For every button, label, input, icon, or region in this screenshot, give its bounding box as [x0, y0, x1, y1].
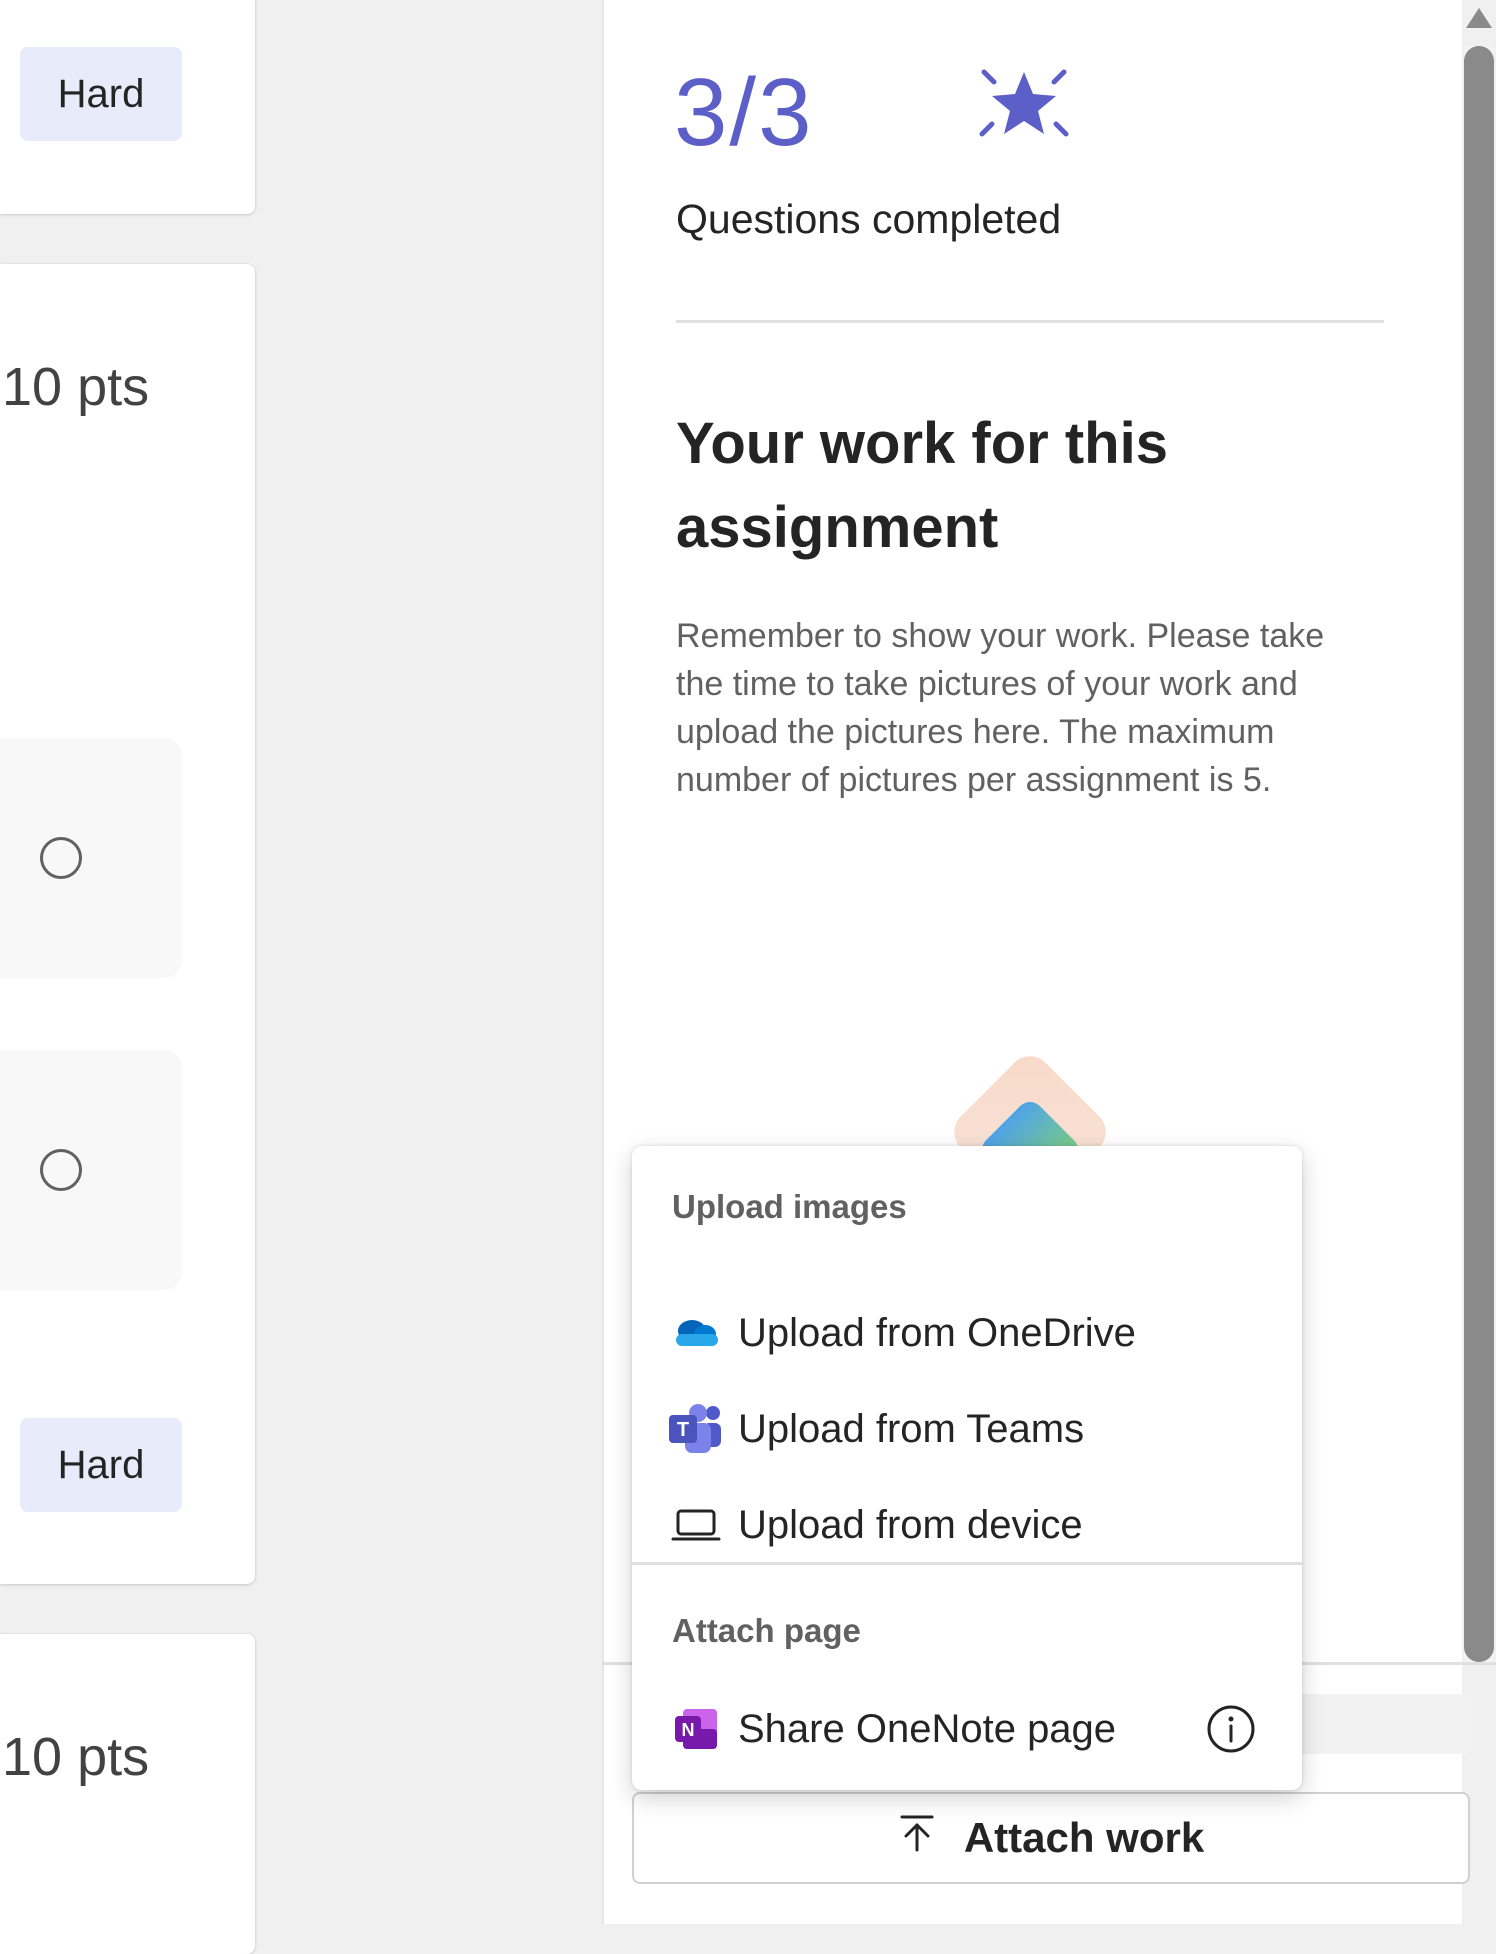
points-label: 10 pts — [2, 1727, 150, 1787]
questions-completed-caption: Questions completed — [676, 196, 1062, 242]
menu-divider — [632, 1562, 1302, 1565]
footer-placeholder-bar — [1290, 1694, 1470, 1754]
onedrive-icon — [668, 1305, 724, 1361]
points-label: 10 pts — [2, 357, 150, 417]
question-card-2: 10 pts Hard — [0, 264, 255, 1584]
work-section-title: Your work for this assignment — [676, 411, 1168, 560]
menu-item-label: Upload from OneDrive — [738, 1310, 1136, 1355]
info-icon[interactable] — [1206, 1686, 1256, 1772]
upload-arrow-icon — [898, 1813, 936, 1863]
menu-item-upload-device[interactable]: Upload from device — [632, 1482, 1302, 1568]
question-card-1: Hard — [0, 0, 255, 214]
divider — [676, 320, 1384, 323]
svg-text:T: T — [677, 1419, 689, 1441]
questions-score: 3/3 — [674, 59, 814, 166]
radio-button[interactable] — [40, 837, 82, 879]
laptop-icon — [668, 1497, 724, 1553]
work-section-description: Remember to show your work. Please take … — [676, 617, 1325, 799]
scroll-up-arrow-icon[interactable] — [1464, 6, 1494, 35]
menu-item-upload-teams[interactable]: T Upload from Teams — [632, 1386, 1302, 1472]
star-burst-icon — [978, 64, 1070, 149]
difficulty-chip: Hard — [20, 1418, 182, 1512]
attach-work-menu: Upload images Upload from OneDrive T Upl… — [632, 1146, 1302, 1790]
svg-text:N: N — [682, 1720, 695, 1740]
teams-icon: T — [668, 1401, 724, 1457]
menu-item-share-onenote[interactable]: N Share OneNote page — [632, 1686, 1302, 1772]
menu-item-upload-onedrive[interactable]: Upload from OneDrive — [632, 1290, 1302, 1376]
scrollbar-thumb[interactable] — [1464, 46, 1494, 1662]
onenote-icon: N — [668, 1701, 724, 1757]
attach-page-header: Attach page — [672, 1612, 861, 1649]
answer-option[interactable] — [0, 738, 182, 978]
answer-option[interactable] — [0, 1050, 182, 1290]
attach-work-label: Attach work — [963, 1814, 1205, 1861]
radio-button[interactable] — [40, 1149, 82, 1191]
upload-images-header: Upload images — [672, 1188, 907, 1225]
menu-item-label: Upload from Teams — [738, 1406, 1085, 1451]
menu-item-label: Upload from device — [738, 1502, 1083, 1547]
question-card-3: 10 pts — [0, 1634, 255, 1954]
difficulty-chip: Hard — [20, 47, 182, 141]
attach-work-button[interactable]: Attach work — [632, 1792, 1470, 1884]
menu-item-label: Share OneNote page — [738, 1706, 1117, 1751]
